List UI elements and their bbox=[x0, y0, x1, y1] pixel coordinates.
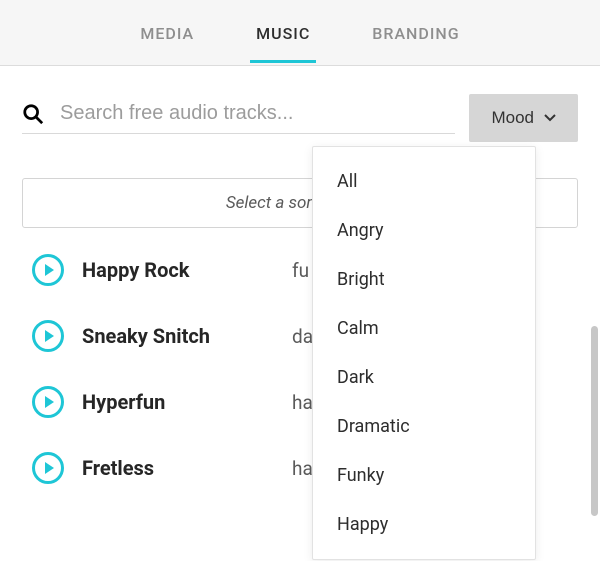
play-icon bbox=[45, 396, 54, 408]
mood-filter-button[interactable]: Mood bbox=[469, 94, 578, 142]
track-tag: fu bbox=[292, 259, 309, 282]
tab-music[interactable]: MUSIC bbox=[250, 2, 316, 63]
play-icon bbox=[45, 330, 54, 342]
top-tabs: MEDIA MUSIC BRANDING bbox=[0, 0, 600, 66]
tab-branding[interactable]: BRANDING bbox=[366, 2, 465, 63]
search-row: Mood bbox=[22, 94, 578, 142]
mood-option-happy[interactable]: Happy bbox=[313, 500, 535, 549]
mood-option-angry[interactable]: Angry bbox=[313, 206, 535, 255]
play-button[interactable] bbox=[32, 254, 64, 286]
track-tag: ha bbox=[292, 391, 313, 414]
mood-option-calm[interactable]: Calm bbox=[313, 304, 535, 353]
mood-filter-label: Mood bbox=[491, 108, 534, 128]
play-button[interactable] bbox=[32, 386, 64, 418]
search-icon bbox=[22, 103, 44, 125]
track-tag: ha bbox=[292, 457, 313, 480]
mood-option-all[interactable]: All bbox=[313, 157, 535, 206]
play-button[interactable] bbox=[32, 320, 64, 352]
track-title: Sneaky Snitch bbox=[82, 324, 292, 348]
content-area: Mood Select a song to use Happy Rock fu … bbox=[0, 66, 600, 484]
play-icon bbox=[45, 264, 54, 276]
track-tag: da bbox=[292, 325, 313, 348]
track-title: Hyperfun bbox=[82, 390, 292, 414]
mood-option-bright[interactable]: Bright bbox=[313, 255, 535, 304]
track-title: Happy Rock bbox=[82, 258, 292, 282]
track-title: Fretless bbox=[82, 456, 292, 480]
play-icon bbox=[45, 462, 54, 474]
search-wrap bbox=[22, 102, 455, 134]
tab-media[interactable]: MEDIA bbox=[134, 2, 200, 63]
mood-option-dramatic[interactable]: Dramatic bbox=[313, 402, 535, 451]
mood-option-funky[interactable]: Funky bbox=[313, 451, 535, 500]
play-button[interactable] bbox=[32, 452, 64, 484]
mood-option-dark[interactable]: Dark bbox=[313, 353, 535, 402]
search-input[interactable] bbox=[60, 102, 455, 125]
mood-dropdown: All Angry Bright Calm Dark Dramatic Funk… bbox=[312, 146, 536, 560]
chevron-down-icon bbox=[544, 114, 556, 122]
scrollbar-thumb[interactable] bbox=[591, 326, 598, 516]
